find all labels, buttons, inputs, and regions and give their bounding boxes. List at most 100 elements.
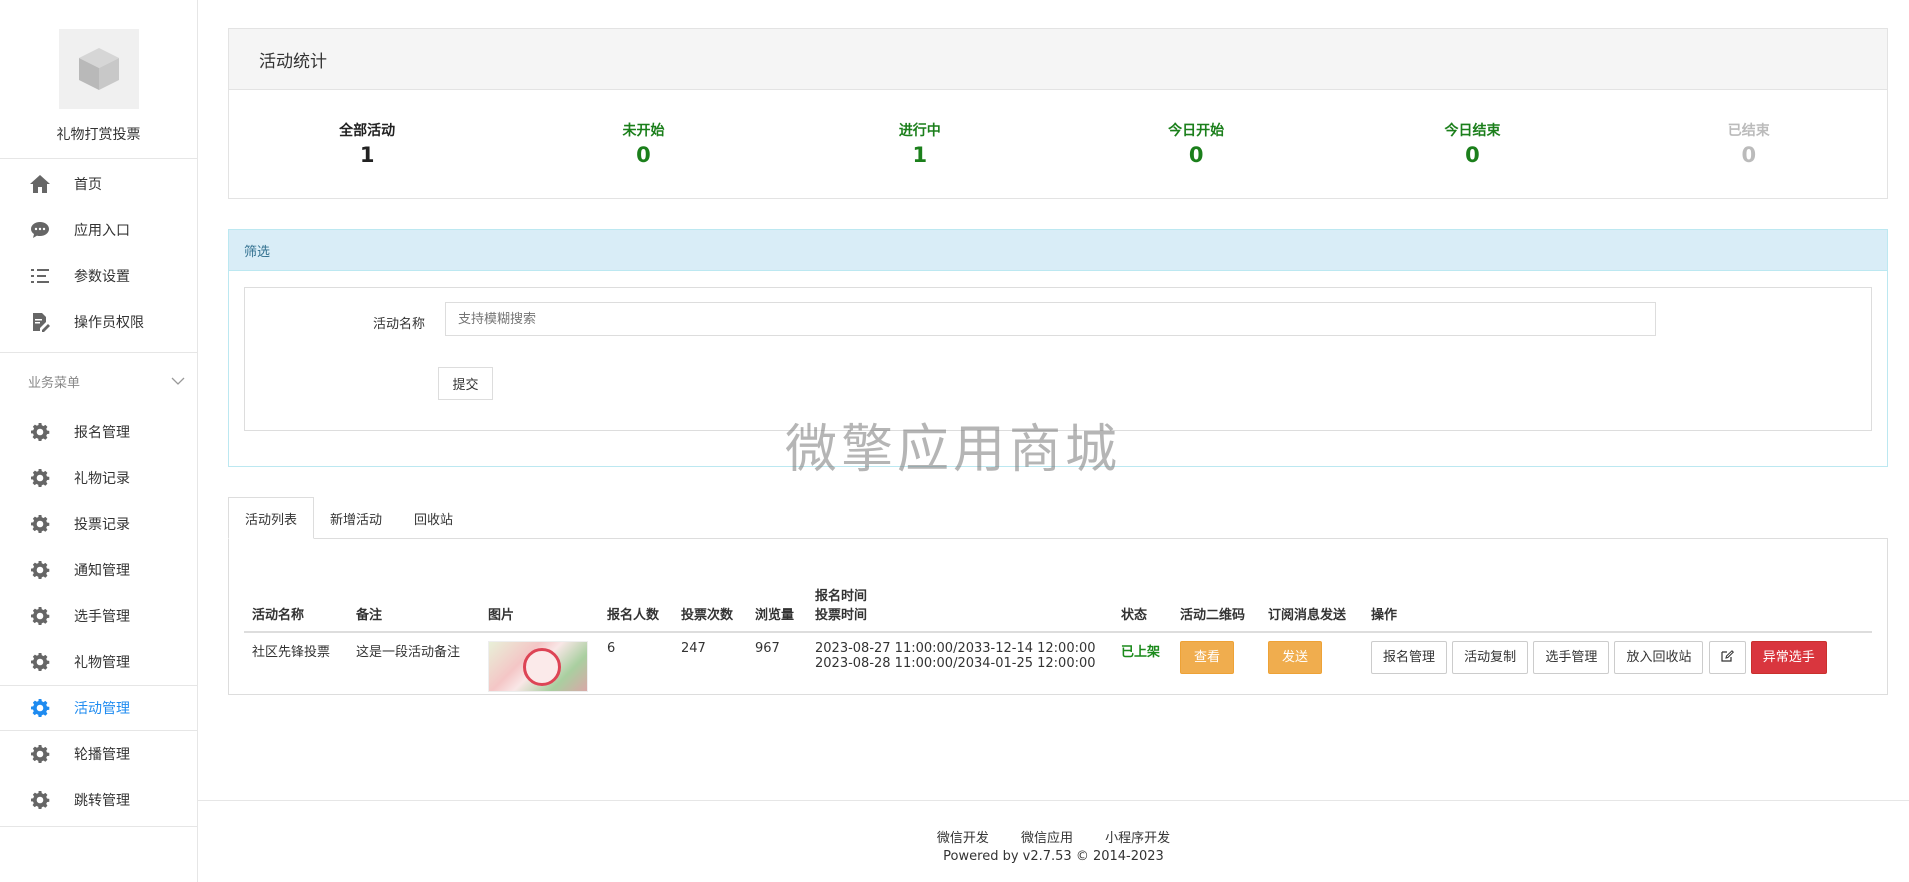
gear-icon [28,742,52,766]
sidebar-item-redirect-manage[interactable]: 跳转管理 [0,777,197,823]
activity-thumbnail[interactable] [488,641,588,692]
chat-bubble-icon [28,218,52,242]
stat-item: 今日开始 0 [1058,90,1334,199]
app-logo[interactable] [58,29,139,109]
gear-icon [28,512,52,536]
column-header: 活动二维码 [1172,559,1260,633]
table-header-row: 活动名称 备注 图片 报名人数 投票次数 浏览量 报名时间 投票时间 状态 活动… [244,559,1872,633]
footer-link-miniprogram-dev[interactable]: 小程序开发 [1105,831,1170,846]
stat-label: 已结束 [1727,123,1770,139]
player-manage-button[interactable]: 选手管理 [1533,641,1610,674]
sidebar-item-label: 参数设置 [74,269,130,285]
footer-links: 微信开发 微信应用 小程序开发 [198,827,1909,846]
stat-label: 全部活动 [339,123,396,139]
activity-stats-panel: 活动统计 全部活动 1 未开始 0 进行中 1 今日开始 0 今日结束 0 已结束 0 [228,28,1888,199]
edit-button[interactable] [1708,641,1746,674]
ops-cell: 报名管理 活动复制 选手管理 放入回收站 异常选手 [1363,632,1872,700]
sidebar-item-label: 选手管理 [74,609,130,625]
list-settings-icon [28,264,52,288]
stat-value: 0 [1188,143,1204,167]
tab-bar: 活动列表 新增活动 回收站 [228,497,469,539]
sidebar-item-notice-manage[interactable]: 通知管理 [0,547,197,593]
send-subscribe-button[interactable]: 发送 [1268,641,1323,674]
stat-label: 未开始 [622,123,665,139]
sidebar-item-gift-record-manage[interactable]: 礼物记录 [0,455,197,501]
sidebar-item-operator[interactable]: 操作员权限 [0,299,197,345]
section-toggle-business-menu[interactable]: 业务菜单 [0,353,197,409]
tab-add-activity[interactable]: 新增活动 [314,497,398,539]
sidebar-item-label: 首页 [74,177,102,193]
chevron-down-icon [171,374,185,389]
sidebar-item-player-manage[interactable]: 选手管理 [0,593,197,639]
app-logo-area: 礼物打赏投票 [0,0,197,159]
view-qrcode-button[interactable]: 查看 [1180,641,1235,674]
signup-time: 2023-08-27 11:00:00/2033-12-14 12:00:00 [815,641,1096,656]
gear-icon [28,650,52,674]
sidebar-item-label: 操作员权限 [74,315,144,331]
cube-icon [78,48,119,90]
sidebar-item-app-entry[interactable]: 应用入口 [0,207,197,253]
time-cell: 2023-08-27 11:00:00/2033-12-14 12:00:00 … [807,632,1113,700]
sidebar-item-label: 投票记录 [74,517,130,533]
sidebar-item-home[interactable]: 首页 [0,161,197,207]
document-edit-icon [28,310,52,334]
move-to-recycle-button[interactable]: 放入回收站 [1614,641,1704,674]
activity-name-label: 活动名称 [372,317,425,332]
main-content: 活动统计 全部活动 1 未开始 0 进行中 1 今日开始 0 今日结束 0 已结束 0 筛选 活动名称… [198,0,1909,882]
column-header: 图片 [480,559,599,633]
submit-button[interactable]: 提交 [438,367,493,400]
column-header: 报名时间 投票时间 [807,559,1113,633]
footer-link-wechat-app[interactable]: 微信应用 [1021,831,1073,846]
stat-item: 今日结束 0 [1334,90,1610,199]
status-cell: 已上架 [1113,632,1172,700]
gear-icon [28,420,52,444]
sidebar-item-settings[interactable]: 参数设置 [0,253,197,299]
home-icon [28,172,52,196]
filter-form: 活动名称 提交 [244,287,1872,431]
sidebar-item-label: 通知管理 [74,563,130,579]
column-header: 操作 [1363,559,1872,633]
status-badge: 已上架 [1121,645,1161,660]
footer-link-wechat-dev[interactable]: 微信开发 [937,831,989,846]
divider [0,826,197,827]
column-header: 报名人数 [599,559,673,633]
sidebar-item-label: 礼物记录 [74,471,130,487]
column-header: 状态 [1113,559,1172,633]
sidebar-item-activity-manage[interactable]: 活动管理 [0,685,197,731]
column-header: 订阅消息发送 [1260,559,1363,633]
copy-activity-button[interactable]: 活动复制 [1452,641,1529,674]
signup-manage-button[interactable]: 报名管理 [1371,641,1448,674]
sidebar-item-signup-manage[interactable]: 报名管理 [0,409,197,455]
stat-label: 今日结束 [1444,123,1501,139]
edit-icon [1721,650,1734,662]
views-cell: 967 [755,641,780,656]
stat-label: 今日开始 [1168,123,1225,139]
stat-item: 全部活动 1 [229,90,505,199]
activity-list-panel: 活动名称 备注 图片 报名人数 投票次数 浏览量 报名时间 投票时间 状态 活动… [228,538,1888,695]
image-cell [480,632,599,700]
abnormal-players-button[interactable]: 异常选手 [1750,641,1827,674]
tab-recycle-bin[interactable]: 回收站 [398,497,469,539]
vote-time: 2023-08-28 11:00:00/2034-01-25 12:00:00 [815,656,1096,671]
footer-copyright: Powered by v2.7.53 © 2014-2023 [943,849,1164,864]
sidebar-item-carousel-manage[interactable]: 轮播管理 [0,731,197,777]
sidebar-item-gift-manage[interactable]: 礼物管理 [0,639,197,685]
column-header: 活动名称 [244,559,348,633]
table-row: 社区先锋投票 这是一段活动备注 6 247 967 2023-08-27 11:… [244,632,1872,700]
gear-icon [28,466,52,490]
stat-value: 1 [359,143,375,167]
stat-value: 0 [1465,143,1480,167]
sidebar: 礼物打赏投票 首页 应用入口 参数设置 操作员权限 业务菜单 报名管理 礼物记录… [0,0,198,882]
gear-icon [28,604,52,628]
sidebar-item-label: 活动管理 [74,701,130,717]
sidebar-item-label: 跳转管理 [74,793,130,809]
tab-activity-list[interactable]: 活动列表 [228,497,315,539]
gear-icon [28,788,52,812]
stat-item: 进行中 1 [782,90,1058,199]
sidebar-item-vote-record-manage[interactable]: 投票记录 [0,501,197,547]
sidebar-item-label: 应用入口 [74,223,130,239]
stat-value: 1 [912,143,928,167]
activity-name-input[interactable] [445,302,1656,336]
section-title: 业务菜单 [28,375,81,391]
qrcode-cell: 查看 [1172,632,1260,700]
